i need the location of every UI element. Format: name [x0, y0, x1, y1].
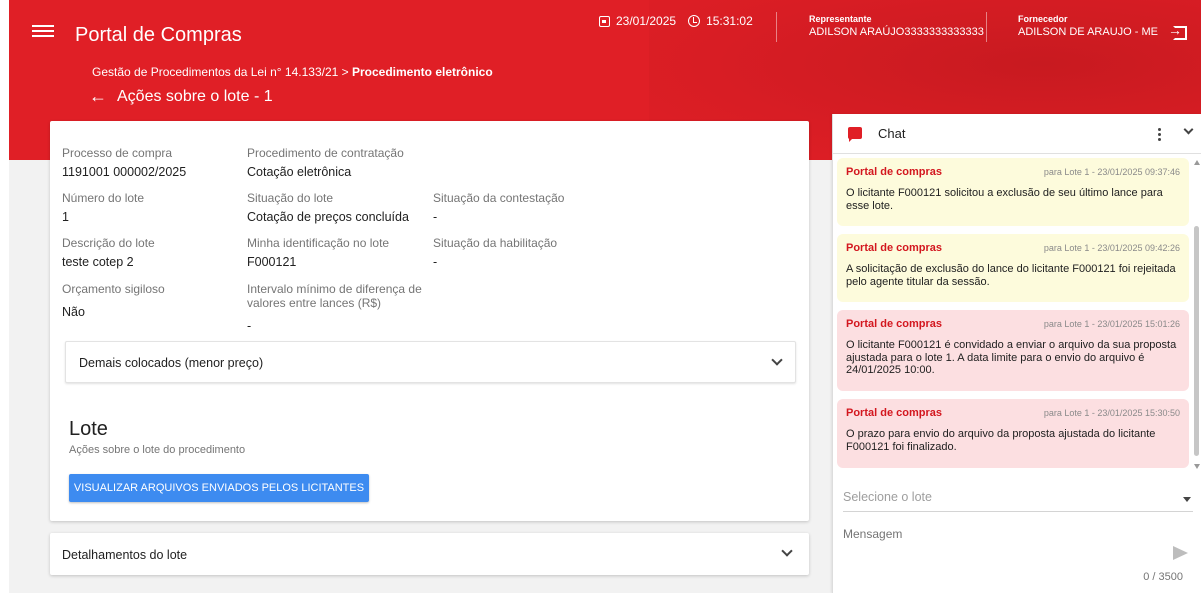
fornecedor-block: Fornecedor ADILSON DE ARAUJO - ME: [1018, 14, 1158, 38]
chat-message: Portal de compras para Lote 1 - 23/01/202…: [837, 158, 1189, 226]
message-text: O licitante F000121 é convidado a enviar…: [846, 339, 1177, 376]
detalhamentos-expander[interactable]: Detalhamentos do lote: [50, 533, 809, 575]
datetime: 23/01/2025 15:31:02: [599, 14, 753, 28]
chevron-down-icon: [781, 545, 793, 557]
chat-title: Chat: [878, 126, 906, 141]
fornecedor-value: ADILSON DE ARAUJO - ME: [1018, 26, 1158, 38]
chat-bubble-icon: [848, 127, 862, 142]
message-text: A solicitação de exclusão do lance do li…: [846, 263, 1176, 288]
field-label: Procedimento de contratação: [247, 146, 404, 160]
send-icon[interactable]: [1173, 546, 1188, 560]
message-sender: Portal de compras: [846, 407, 942, 419]
field-value: 1: [62, 210, 69, 224]
field-intervalo-minimo: Intervalo mínimo de diferença de valores…: [247, 282, 422, 333]
back-arrow-icon[interactable]: ←: [89, 86, 107, 107]
field-situacao-contestacao: Situação da contestação -: [433, 191, 564, 224]
message-text: O licitante F000121 solicitou a exclusão…: [846, 187, 1163, 212]
header-divider: [776, 12, 777, 42]
field-value: teste cotep 2: [62, 255, 134, 269]
field-numero-lote: Número do lote 1: [62, 191, 144, 224]
logout-icon[interactable]: [1168, 22, 1187, 40]
field-processo: Processo de compra 1191001 000002/2025: [62, 146, 186, 179]
chat-messages: Portal de compras para Lote 1 - 23/01/202…: [833, 158, 1193, 476]
field-descricao-lote: Descrição do lote teste cotep 2: [62, 236, 155, 269]
field-value: Cotação eletrônica: [247, 165, 352, 179]
chat-scrollbar[interactable]: [1192, 158, 1201, 476]
field-value: -: [433, 255, 438, 269]
lote-details-card: Processo de compra 1191001 000002/2025 P…: [50, 121, 809, 521]
message-meta: para Lote 1 - 23/01/2025 15:30:50: [1043, 408, 1180, 418]
representante-block: Representante ADILSON ARAÚJO333333333333…: [809, 14, 984, 38]
field-value: Não: [62, 305, 85, 319]
header-divider: [986, 12, 987, 42]
page-heading: ← Ações sobre o lote - 1: [89, 86, 273, 107]
field-label: Situação da habilitação: [433, 236, 558, 250]
scrollbar-thumb[interactable]: [1194, 226, 1199, 456]
view-files-button[interactable]: VISUALIZAR ARQUIVOS ENVIADOS PELOS LICIT…: [69, 474, 369, 502]
breadcrumb: Gestão de Procedimentos da Lei n° 14.133…: [92, 65, 493, 79]
field-orcamento-sigiloso: Orçamento sigiloso Não: [62, 282, 165, 319]
message-sender: Portal de compras: [846, 242, 942, 254]
page-title: Ações sobre o lote - 1: [117, 87, 273, 105]
current-time: 15:31:02: [706, 14, 753, 28]
dropdown-caret-icon: [1183, 497, 1191, 502]
chat-panel: Chat Portal de compras para Lote 1 - 23/0…: [832, 114, 1201, 593]
message-meta: para Lote 1 - 23/01/2025 15:01:26: [1043, 319, 1180, 329]
expander-label: Demais colocados (menor preço): [79, 356, 264, 370]
message-sender: Portal de compras: [846, 318, 942, 330]
field-value: -: [247, 319, 252, 333]
demais-colocados-expander[interactable]: Demais colocados (menor preço): [65, 341, 796, 383]
field-label: Situação do lote: [247, 191, 334, 205]
representante-label: Representante: [809, 14, 872, 24]
field-situacao-habilitacao: Situação da habilitação -: [433, 236, 557, 269]
field-value: -: [433, 210, 438, 224]
breadcrumb-current: Procedimento eletrônico: [351, 65, 493, 79]
scroll-up-icon[interactable]: [1194, 160, 1200, 165]
menu-icon[interactable]: [32, 22, 54, 44]
field-label: Número do lote: [62, 191, 145, 205]
field-identificacao: Minha identificação no lote F000121: [247, 236, 389, 269]
more-options-icon[interactable]: [1158, 128, 1162, 143]
expander-label: Detalhamentos do lote: [62, 548, 188, 562]
field-label: Minha identificação no lote: [247, 236, 390, 250]
lote-section-title: Lote: [69, 418, 108, 440]
lote-section-subtitle: Ações sobre o lote do procedimento: [69, 444, 246, 456]
field-value: 1191001 000002/2025: [62, 165, 187, 179]
lote-select[interactable]: Selecione o lote: [843, 490, 1193, 512]
message-meta: para Lote 1 - 23/01/2025 09:42:26: [1043, 243, 1180, 253]
chevron-down-icon[interactable]: [1183, 124, 1194, 135]
message-sender: Portal de compras: [846, 166, 942, 178]
breadcrumb-link[interactable]: Gestão de Procedimentos da Lei n° 14.133…: [92, 65, 352, 79]
field-label: Processo de compra: [62, 146, 173, 160]
calendar-icon: [599, 15, 610, 27]
field-value: Cotação de preços concluída: [247, 210, 409, 224]
field-label: Descrição do lote: [62, 236, 155, 250]
chevron-down-icon: [771, 354, 783, 366]
field-label: Intervalo mínimo de diferença de: [247, 282, 422, 296]
representante-value: ADILSON ARAÚJO3333333333333: [809, 26, 984, 38]
message-input[interactable]: Mensagem: [843, 527, 1163, 567]
field-label: Orçamento sigiloso: [62, 282, 165, 296]
chat-header: Chat: [833, 114, 1201, 154]
chat-message: Portal de compras para Lote 1 - 23/01/202…: [837, 234, 1189, 302]
scroll-down-icon[interactable]: [1194, 464, 1200, 469]
field-value: F000121: [247, 255, 297, 269]
field-label: Situação da contestação: [433, 191, 565, 205]
chat-message: Portal de compras para Lote 1 - 23/01/202…: [837, 310, 1189, 391]
chat-message: Portal de compras para Lote 1 - 23/01/202…: [837, 399, 1189, 468]
field-label: valores entre lances (R$): [247, 296, 382, 310]
character-counter: 0 / 3500: [1143, 571, 1183, 583]
select-placeholder: Selecione o lote: [843, 490, 932, 504]
field-situacao-lote: Situação do lote Cotação de preços concl…: [247, 191, 409, 224]
clock-icon: [688, 15, 701, 27]
message-text: O prazo para envio do arquivo da propost…: [846, 428, 1156, 453]
left-edge: [0, 0, 9, 593]
fornecedor-label: Fornecedor: [1018, 14, 1068, 24]
app-title: Portal de Compras: [75, 24, 242, 46]
message-meta: para Lote 1 - 23/01/2025 09:37:46: [1043, 167, 1180, 177]
current-date: 23/01/2025: [616, 14, 677, 28]
field-procedimento: Procedimento de contratação Cotação elet…: [247, 146, 404, 179]
